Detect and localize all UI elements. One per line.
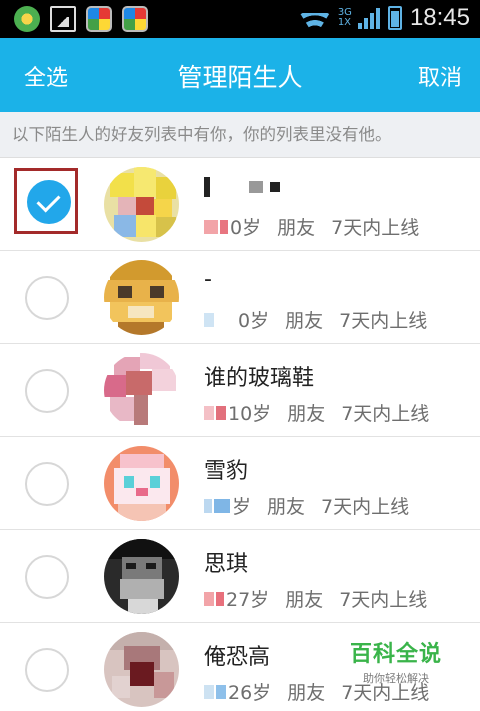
redacted-mark (249, 181, 263, 193)
list-item[interactable]: - 0岁 朋友 7天内上线 (0, 251, 480, 344)
title-bar: 全选 管理陌生人 取消 (0, 38, 480, 112)
info-notice: 以下陌生人的好友列表中有你，你的列表里没有他。 (0, 112, 480, 158)
app-store-icon (122, 6, 148, 32)
gender-icon (204, 405, 214, 420)
list-item[interactable]: 思琪 27岁 朋友 7天内上线 (0, 530, 480, 623)
system-icons: 3G 1X 18:45 (300, 4, 470, 32)
wifi-icon (300, 7, 330, 29)
page-title: 管理陌生人 (177, 63, 303, 92)
signal-icon (357, 7, 380, 29)
contact-name: 思琪 (204, 552, 249, 577)
gender-icon (214, 498, 230, 513)
gender-icon (216, 591, 224, 606)
gender-icon (216, 684, 226, 699)
checkbox-icon[interactable] (25, 648, 69, 692)
gender-icon (204, 591, 214, 606)
avatar (104, 260, 179, 335)
watermark-logo: 百科全说 助你轻松解决 (349, 642, 442, 685)
checkbox-icon[interactable] (25, 369, 69, 413)
selection-highlight (14, 168, 78, 234)
stranger-list: 0岁 朋友 7天内上线 - 0岁 朋友 7天内上线 谁的玻璃鞋 10岁 朋友 7… (0, 158, 480, 711)
app-green-icon (14, 6, 40, 32)
clock: 18:45 (409, 4, 470, 31)
avatar (104, 539, 179, 614)
avatar (104, 353, 179, 428)
redacted-mark (270, 182, 280, 192)
avatar (104, 167, 179, 242)
cancel-button[interactable]: 取消 (418, 60, 462, 92)
network-type: 3G 1X (337, 7, 352, 28)
list-item[interactable]: 雪豹 岁 朋友 7天内上线 (0, 437, 480, 530)
contact-meta: 0岁 朋友 7天内上线 (204, 213, 419, 240)
gender-icon (204, 219, 218, 234)
photo-icon (50, 6, 76, 32)
contact-meta: 0岁 朋友 7天内上线 (204, 306, 427, 333)
gender-icon (216, 405, 226, 420)
redacted-mark (204, 177, 210, 197)
contact-name: 谁的玻璃鞋 (204, 366, 315, 391)
checkbox-icon[interactable] (25, 555, 69, 599)
status-bar: 3G 1X 18:45 (0, 0, 480, 38)
contact-meta: 岁 朋友 7天内上线 (204, 492, 409, 519)
gender-icon (204, 312, 214, 327)
avatar (104, 632, 179, 707)
app-store-icon (86, 6, 112, 32)
battery-icon (387, 6, 402, 30)
list-item[interactable]: 谁的玻璃鞋 10岁 朋友 7天内上线 (0, 344, 480, 437)
checkbox-checked-icon[interactable] (27, 180, 71, 224)
contact-name: 俺恐高 (204, 645, 271, 670)
gender-icon (204, 498, 212, 513)
contact-name: - (204, 267, 212, 292)
checkbox-icon[interactable] (25, 276, 69, 320)
list-item[interactable]: 0岁 朋友 7天内上线 (0, 158, 480, 251)
contact-meta: 27岁 朋友 7天内上线 (204, 585, 427, 612)
gender-icon (220, 219, 228, 234)
gender-icon (204, 684, 214, 699)
contact-meta: 10岁 朋友 7天内上线 (204, 399, 429, 426)
contact-name: 雪豹 (204, 459, 249, 484)
contact-name (204, 174, 280, 199)
avatar (104, 446, 179, 521)
notification-icons (14, 6, 148, 32)
checkbox-icon[interactable] (25, 462, 69, 506)
